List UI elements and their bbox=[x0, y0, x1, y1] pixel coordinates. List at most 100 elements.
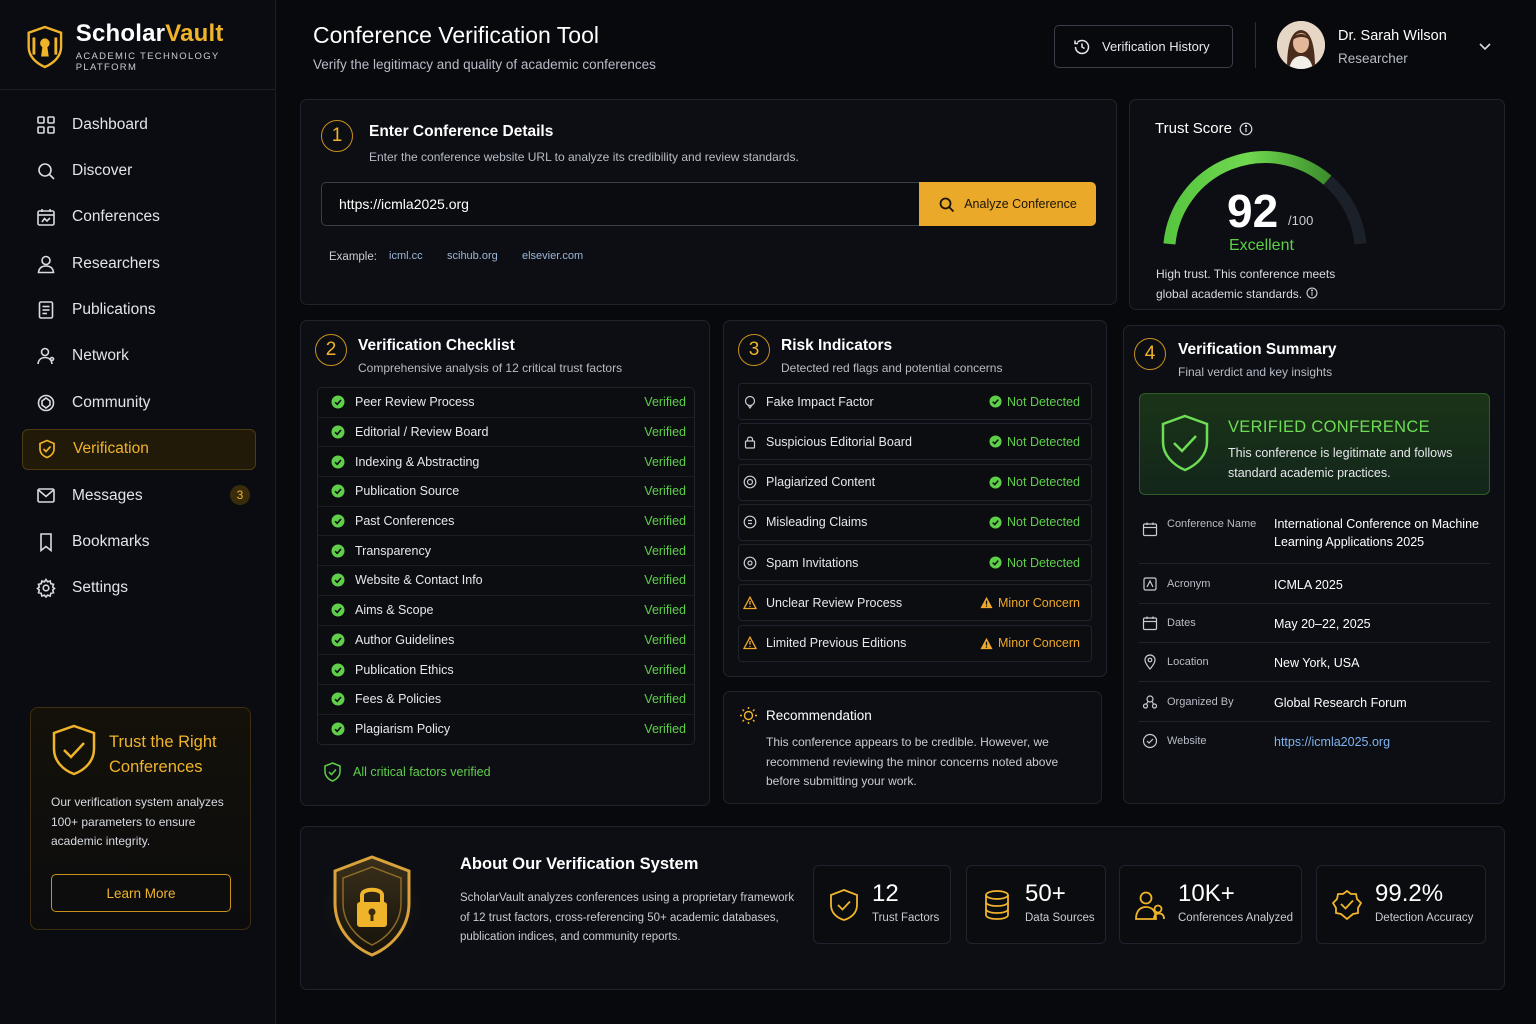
sidebar-item-network[interactable]: Network bbox=[22, 336, 256, 377]
website-link[interactable]: https://icmla2025.org bbox=[1274, 733, 1489, 751]
calendar-icon bbox=[1142, 616, 1158, 631]
check-circle-icon bbox=[331, 425, 345, 439]
risk-status-text: Minor Concern bbox=[998, 636, 1080, 651]
chevron-down-icon[interactable] bbox=[1477, 38, 1493, 54]
checklist-label: Author Guidelines bbox=[355, 632, 455, 647]
card-title: Verification Checklist bbox=[358, 337, 515, 354]
checklist-status: Verified bbox=[644, 484, 686, 499]
sidebar-item-researchers[interactable]: Researchers bbox=[22, 243, 256, 284]
example-link[interactable]: elsevier.com bbox=[522, 250, 583, 262]
sidebar-divider bbox=[0, 89, 276, 90]
promo-card: Trust the Right Conferences Our verifica… bbox=[30, 707, 251, 930]
lock-icon bbox=[744, 436, 756, 449]
card-title: Risk Indicators bbox=[781, 337, 893, 354]
check-circle-icon bbox=[989, 395, 1002, 408]
stat-value: 10K+ bbox=[1178, 880, 1235, 907]
verification-history-label: Verification History bbox=[1102, 39, 1210, 54]
checklist-row: Website & Contact Info Verified bbox=[318, 566, 694, 596]
keyhole-shield-logo-icon bbox=[27, 25, 63, 68]
check-circle-icon bbox=[331, 692, 345, 706]
summary-row: Conference Name International Conference … bbox=[1139, 509, 1490, 564]
sidebar-item-dashboard[interactable]: Dashboard bbox=[22, 104, 256, 145]
check-circle-icon bbox=[989, 556, 1002, 569]
summary-key: Dates bbox=[1167, 617, 1196, 629]
checklist-row: Peer Review Process Verified bbox=[318, 388, 694, 418]
brand-logo[interactable]: ScholarVault ACADEMIC TECHNOLOGY PLATFOR… bbox=[22, 20, 275, 73]
mail-icon bbox=[743, 556, 757, 570]
sidebar-item-publications[interactable]: Publications bbox=[22, 290, 256, 331]
sidebar-item-conferences[interactable]: Conferences bbox=[22, 197, 256, 238]
check-circle-icon bbox=[989, 476, 1002, 489]
verdict-text: This conference is legitimate and follow… bbox=[1228, 446, 1453, 480]
user-icon bbox=[37, 255, 55, 273]
warning-icon bbox=[980, 637, 993, 649]
summary-key: Website bbox=[1167, 735, 1207, 747]
analyze-conference-button[interactable]: Analyze Conference bbox=[919, 182, 1096, 226]
example-link[interactable]: icml.cc bbox=[389, 250, 423, 262]
enter-details-card: 1 Enter Conference Details Enter the con… bbox=[300, 99, 1117, 305]
risk-label: Fake Impact Factor bbox=[766, 394, 874, 409]
sidebar-item-verification[interactable]: Verification bbox=[22, 428, 256, 470]
stat-data-sources: 50+ Data Sources bbox=[966, 865, 1106, 944]
checklist-label: Aims & Scope bbox=[355, 603, 434, 618]
learn-more-button[interactable]: Learn More bbox=[51, 874, 231, 912]
check-circle-icon bbox=[331, 484, 345, 498]
checklist-status: Verified bbox=[644, 514, 686, 529]
gear-icon bbox=[36, 578, 56, 599]
info-icon[interactable] bbox=[1239, 122, 1253, 136]
checklist-status: Verified bbox=[644, 425, 686, 440]
checklist-row: Fees & Policies Verified bbox=[318, 684, 694, 715]
checklist-label: Publication Source bbox=[355, 484, 460, 499]
about-text: ScholarVault analyzes conferences using … bbox=[460, 892, 795, 943]
card-title: Verification Summary bbox=[1178, 341, 1337, 358]
risk-status: Not Detected bbox=[989, 475, 1080, 489]
badge-check-icon bbox=[1331, 889, 1363, 921]
risk-status-text: Not Detected bbox=[1007, 434, 1080, 449]
shield-check-icon bbox=[324, 762, 341, 782]
promo-text: Our verification system analyzes 100+ pa… bbox=[51, 795, 224, 848]
sidebar-item-messages[interactable]: Messages 3 bbox=[22, 475, 256, 516]
example-link[interactable]: scihub.org bbox=[447, 250, 498, 262]
promo-title: Trust the Right Conferences bbox=[109, 733, 217, 776]
sidebar-item-label: Community bbox=[72, 393, 151, 411]
sidebar-item-community[interactable]: Community bbox=[22, 382, 256, 423]
example-label: Example: bbox=[329, 251, 377, 263]
check-circle-icon bbox=[331, 603, 345, 617]
database-icon bbox=[985, 890, 1009, 920]
risk-label: Unclear Review Process bbox=[766, 595, 903, 610]
sidebar-item-bookmarks[interactable]: Bookmarks bbox=[22, 522, 256, 563]
avatar[interactable] bbox=[1277, 21, 1325, 69]
checklist-label: Fees & Policies bbox=[355, 692, 442, 707]
sidebar-item-settings[interactable]: Settings bbox=[22, 568, 256, 609]
checklist-row: Aims & Scope Verified bbox=[318, 595, 694, 626]
verdict-title: VERIFIED CONFERENCE bbox=[1228, 418, 1430, 436]
card-subtitle: Final verdict and key insights bbox=[1178, 365, 1333, 379]
user-name: Dr. Sarah Wilson bbox=[1338, 28, 1447, 44]
step-number: 2 bbox=[315, 334, 347, 366]
bookmark-icon bbox=[40, 533, 52, 553]
checklist-row: Editorial / Review Board Verified bbox=[318, 417, 694, 448]
checklist-status: Verified bbox=[644, 722, 686, 737]
summary-value: ICMLA 2025 bbox=[1274, 578, 1343, 592]
sidebar-item-discover[interactable]: Discover bbox=[22, 150, 256, 191]
checklist-label: Transparency bbox=[355, 543, 431, 558]
page-subtitle: Verify the legitimacy and quality of aca… bbox=[313, 57, 656, 72]
lightbulb-gear-icon bbox=[740, 707, 757, 724]
conference-url-input[interactable] bbox=[321, 182, 921, 226]
verification-history-button[interactable]: Verification History bbox=[1054, 25, 1233, 68]
alert-circle-icon bbox=[743, 515, 757, 529]
brand-name-part-a: Scholar bbox=[75, 20, 166, 47]
stat-detection-accuracy: 99.2% Detection Accuracy bbox=[1316, 865, 1486, 944]
analyze-conference-label: Analyze Conference bbox=[964, 197, 1077, 211]
target-icon bbox=[744, 395, 756, 409]
trust-score-title-text: Trust Score bbox=[1155, 120, 1232, 137]
info-icon[interactable] bbox=[1306, 287, 1318, 299]
risk-status: Not Detected bbox=[989, 395, 1080, 409]
risk-status-text: Not Detected bbox=[1007, 515, 1080, 530]
warning-icon bbox=[743, 636, 757, 650]
step-number: 1 bbox=[321, 120, 353, 152]
checklist-status: Verified bbox=[644, 603, 686, 618]
about-title: About Our Verification System bbox=[460, 855, 699, 873]
risk-row: Unclear Review Process Minor Concern bbox=[738, 584, 1092, 622]
risk-status-text: Minor Concern bbox=[998, 595, 1080, 610]
